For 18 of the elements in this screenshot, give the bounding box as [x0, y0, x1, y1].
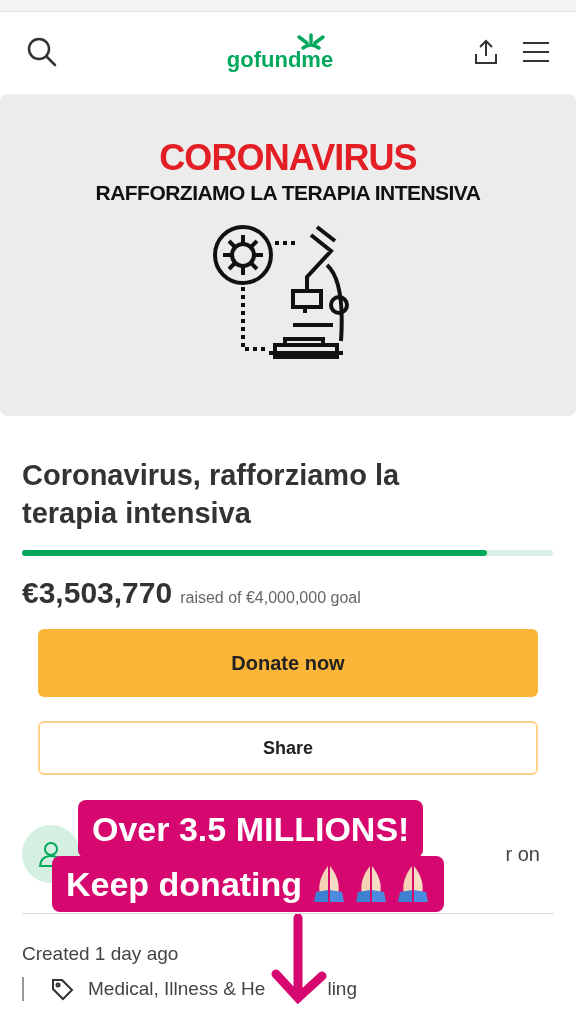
created-text: Created 1 day ago: [22, 942, 180, 966]
search-icon[interactable]: [26, 36, 58, 68]
raised-amount: €3,503,770: [22, 575, 173, 611]
banner-subline: RAFFORZIAMO LA TERAPIA INTENSIVA: [95, 182, 481, 203]
donate-button[interactable]: Donate now: [38, 629, 538, 697]
category-text: ling: [327, 976, 357, 1001]
tag-icon: [50, 976, 74, 1001]
goal-text: raised of €4,000,000 goal: [180, 588, 361, 608]
praying-hands-icon: [312, 864, 347, 904]
banner-headline: CORONAVIRUS: [159, 140, 417, 176]
praying-hands-icon: [396, 864, 431, 904]
praying-hands-icon: [354, 864, 389, 904]
category-text: Medical, Illness & He: [88, 976, 266, 1001]
share-icon[interactable]: [472, 38, 500, 66]
menu-icon[interactable]: [522, 41, 550, 63]
share-button[interactable]: Share: [38, 721, 538, 775]
campaign-title: Coronavirus, rafforziamo la terapia intensiva: [22, 458, 401, 531]
organizer-text: r on: [505, 842, 540, 867]
